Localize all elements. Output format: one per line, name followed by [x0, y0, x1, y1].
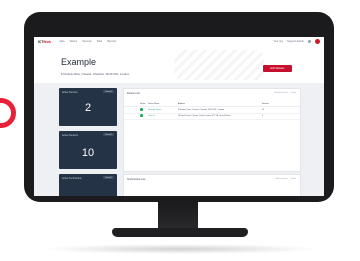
sensors-cell: 10 — [262, 109, 265, 111]
nav-link-teams[interactable]: Teams — [70, 40, 78, 43]
stat-card-label: Active Devices — [62, 91, 78, 94]
panel-title: Device List — [127, 92, 140, 95]
nav-link-sources[interactable]: Sources — [82, 40, 92, 43]
column-address[interactable]: Address — [178, 103, 262, 105]
address-cell: 8 Nimbus Drive, Chester, Cheshire, SK20 … — [178, 109, 225, 111]
add-device-link[interactable]: Add New Device — [275, 92, 288, 94]
add-technician-link[interactable]: Add Technician — [276, 178, 288, 180]
stat-card-devices: Active Devices View all 2 — [59, 88, 117, 126]
column-device-name[interactable]: Device Name — [148, 103, 178, 105]
table-row[interactable]: Device 1 28 Bank Street, Chester, South … — [124, 113, 300, 120]
org-name[interactable]: Your org — [273, 40, 283, 43]
panel-tools: Add Technician Export — [276, 178, 296, 180]
nav-link-files[interactable]: Files — [97, 40, 102, 43]
panel-title: Technicians List — [127, 178, 146, 181]
device-list-panel: Device List Add New Device Export Status… — [123, 88, 301, 172]
status-cell — [124, 114, 148, 118]
avatar[interactable] — [315, 39, 320, 44]
nav-links: Jobs Teams Sources Files Reports — [59, 40, 116, 43]
stat-card-technicians: Active Technicians View all — [59, 174, 117, 196]
nav-link-reports[interactable]: Reports — [107, 40, 116, 43]
status-cell — [124, 108, 148, 112]
page-header: Example 8 Nimbus Drive, Chester, Cheshir… — [34, 46, 324, 83]
page-title: Example — [61, 57, 97, 67]
monitor-shadow — [40, 244, 320, 254]
sensors-cell: 5 — [262, 115, 264, 117]
column-sensors[interactable]: Sensors — [262, 103, 288, 105]
page-subtitle: 8 Nimbus Drive, Chester, Cheshire, SK20 … — [61, 72, 130, 76]
stat-card-label: Active Sensors — [62, 134, 78, 137]
stat-card-label: Active Technicians — [62, 177, 82, 180]
column-status[interactable]: Status — [124, 103, 148, 105]
device-name-link[interactable]: Device 1 — [148, 115, 178, 117]
monitor: ICTWork Jobs Teams Sources Files Reports… — [24, 12, 334, 202]
export-link[interactable]: Export — [291, 178, 296, 180]
stat-card-sensors: Active Sensors View all 10 — [59, 131, 117, 169]
notification-icon[interactable] — [308, 40, 311, 43]
export-link[interactable]: Export — [291, 92, 296, 94]
status-ok-icon — [140, 114, 143, 117]
panel-tools: Add New Device Export — [275, 92, 297, 94]
status-ok-icon — [140, 108, 143, 111]
decorative-ring — [0, 98, 16, 128]
stat-card-value: 10 — [81, 147, 95, 159]
view-all-sensors-button[interactable]: View all — [103, 133, 114, 137]
header-pattern — [174, 50, 264, 80]
nav-link-jobs[interactable]: Jobs — [59, 40, 64, 43]
app-logo[interactable]: ICTWork — [38, 40, 51, 44]
technicians-list-panel: Technicians List Add Technician Export — [123, 174, 301, 196]
nav-user-area: Your org Support Admin — [273, 39, 320, 44]
monitor-base — [112, 228, 248, 237]
view-all-technicians-button[interactable]: View all — [103, 176, 114, 180]
edit-sitebase-button[interactable]: Edit Sitebase — [263, 65, 292, 72]
app-screen: ICTWork Jobs Teams Sources Files Reports… — [34, 37, 324, 196]
user-name[interactable]: Support Admin — [287, 40, 304, 43]
address-cell: 28 Bank Street, Chester, South London, S… — [178, 115, 231, 117]
view-all-devices-button[interactable]: View all — [103, 90, 114, 94]
stat-card-value: 2 — [84, 102, 92, 114]
device-name-link[interactable]: Example Device — [148, 109, 178, 111]
